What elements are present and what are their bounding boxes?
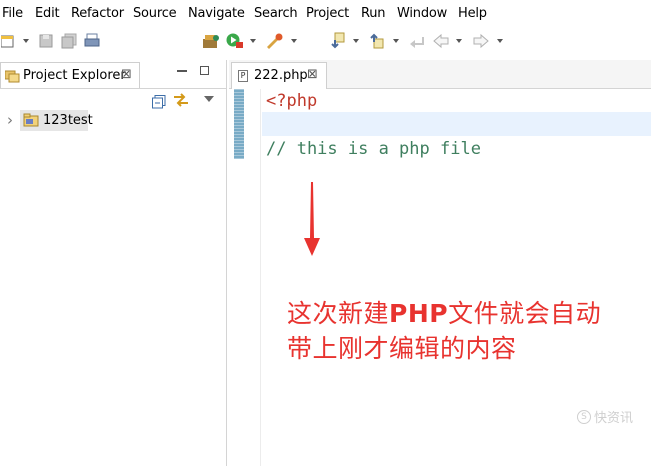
menu-window[interactable]: Window (397, 6, 447, 21)
annotation-php: PHP (389, 299, 449, 328)
menu-refactor[interactable]: Refactor (71, 6, 124, 21)
menu-project[interactable]: Project (306, 6, 349, 21)
next-annotation-dropdown-icon[interactable] (353, 39, 359, 43)
close-icon[interactable]: ⊠ (121, 67, 132, 82)
editor-tab-222php[interactable]: P 222.php ⊠ (231, 62, 327, 89)
view-menu-icon[interactable] (204, 96, 214, 102)
menu-source[interactable]: Source (133, 6, 177, 21)
expand-icon[interactable]: › (7, 111, 13, 129)
watermark-text: 快资讯 (593, 411, 633, 426)
menu-run[interactable]: Run (361, 6, 386, 21)
annotation-text: 这次新建PHP文件就会自动 带上刚才编辑的内容 (287, 296, 601, 366)
prev-annotation-icon[interactable] (367, 28, 387, 54)
maximize-icon[interactable] (200, 66, 209, 75)
forward-dropdown-icon[interactable] (497, 39, 503, 43)
run-debug-icon[interactable] (224, 28, 246, 54)
menu-search[interactable]: Search (254, 6, 298, 21)
forward-icon[interactable] (471, 28, 491, 54)
project-explorer-icon (4, 68, 20, 87)
new-icon[interactable] (0, 28, 18, 54)
link-with-editor-icon[interactable] (172, 92, 190, 112)
code-line-1[interactable]: <?php (266, 91, 317, 111)
php-project-icon (23, 113, 40, 132)
current-line-highlight (262, 112, 651, 136)
annotation-part: 这次新建 (287, 299, 390, 328)
menu-file[interactable]: File (2, 6, 23, 21)
back-icon[interactable] (431, 28, 451, 54)
annotation-part: 文件就会自动 (448, 299, 602, 328)
tools-dropdown-icon[interactable] (291, 39, 297, 43)
external-tools-icon[interactable] (263, 28, 285, 54)
change-ruler-marker (234, 89, 244, 159)
menu-edit[interactable]: Edit (35, 6, 60, 21)
save-icon[interactable] (37, 28, 55, 54)
project-explorer-title: Project Explorer (23, 68, 126, 83)
close-icon[interactable]: ⊠ (307, 67, 318, 82)
toolbar (0, 28, 651, 58)
annotation-line-1: 这次新建PHP文件就会自动 (287, 296, 601, 331)
prev-annotation-dropdown-icon[interactable] (393, 39, 399, 43)
project-explorer-tab[interactable]: Project Explorer ⊠ (0, 62, 140, 88)
tree-item-label: 123test (43, 113, 93, 128)
gutter-divider (260, 89, 261, 466)
php-file-icon: P (238, 70, 248, 82)
annotation-arrow-icon (304, 182, 320, 256)
new-dropdown-icon[interactable] (23, 39, 29, 43)
editor-tab-title: 222.php (254, 68, 308, 83)
next-annotation-icon[interactable] (328, 28, 348, 54)
tree-item[interactable]: › 123test (0, 110, 226, 132)
watermark: S 快资讯 (576, 407, 633, 426)
s-logo-icon: S (576, 409, 591, 424)
menu-bar: File Edit Refactor Source Navigate Searc… (0, 0, 651, 28)
last-edit-icon[interactable] (407, 28, 427, 54)
open-type-icon[interactable] (201, 28, 221, 54)
menu-navigate[interactable]: Navigate (188, 6, 245, 21)
annotation-line-2: 带上刚才编辑的内容 (287, 334, 517, 363)
run-dropdown-icon[interactable] (250, 39, 256, 43)
minimize-icon[interactable] (177, 70, 187, 72)
code-line-3[interactable]: // this is a php file (266, 139, 481, 159)
print-icon[interactable] (83, 28, 101, 54)
save-all-icon[interactable] (60, 28, 78, 54)
menu-help[interactable]: Help (458, 6, 487, 21)
back-dropdown-icon[interactable] (456, 39, 462, 43)
